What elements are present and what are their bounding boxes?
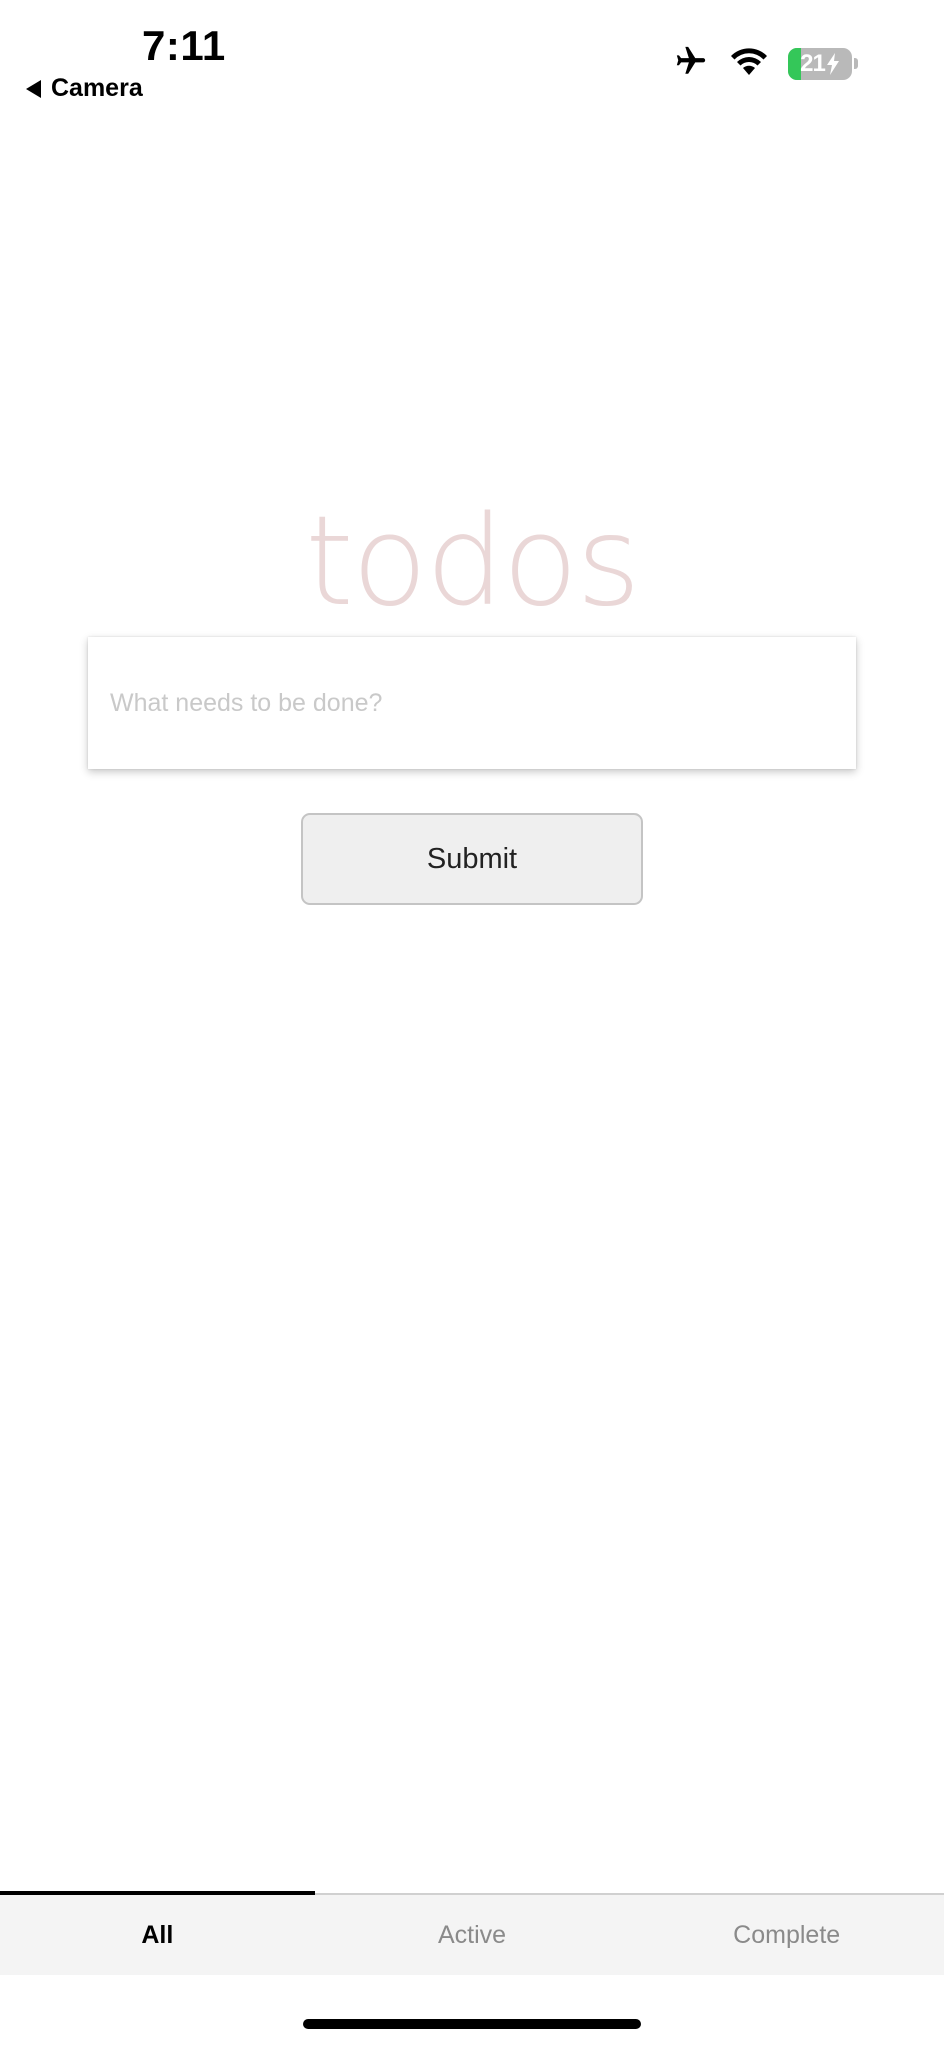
status-time: 7:11	[142, 22, 226, 69]
battery-level: 21	[800, 49, 826, 77]
airplane-mode-icon	[672, 44, 710, 83]
battery-charging-icon: 21	[788, 47, 858, 80]
back-to-camera-button[interactable]: Camera	[26, 74, 143, 103]
filter-tab-complete[interactable]: Complete	[629, 1895, 944, 1975]
new-todo-input[interactable]	[88, 637, 856, 769]
battery-indicator: 21	[788, 47, 852, 80]
submit-button[interactable]: Submit	[301, 813, 643, 905]
home-indicator[interactable]	[303, 2019, 641, 2029]
filter-tab-all[interactable]: All	[0, 1891, 315, 1975]
battery-nub	[854, 58, 858, 69]
back-label: Camera	[51, 74, 143, 102]
wifi-icon	[728, 45, 770, 82]
app-title: todos	[305, 490, 641, 634]
status-icons: 21	[672, 44, 858, 83]
filter-tab-bar: All Active Complete	[0, 1891, 944, 1975]
filter-tab-active[interactable]: Active	[315, 1895, 630, 1975]
charging-bolt-icon	[826, 52, 839, 75]
todo-app-screen: 7:11 Camera 21 todos What needs to be do…	[0, 0, 944, 2048]
back-arrow-icon	[26, 79, 41, 98]
